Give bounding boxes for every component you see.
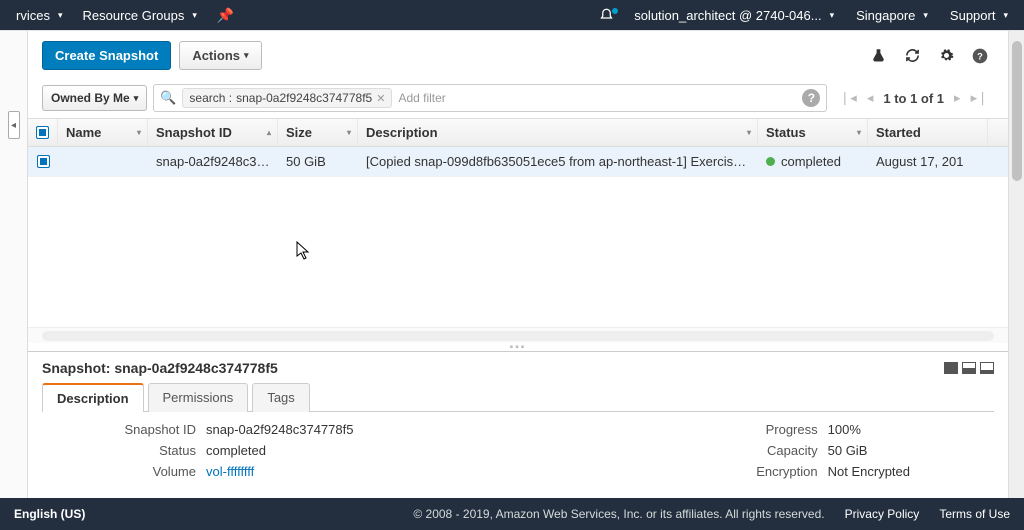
label-snapshot-id: Snapshot ID (46, 422, 206, 437)
search-help-icon[interactable]: ? (802, 89, 820, 107)
pager-next-icon[interactable]: ▸ (954, 90, 961, 106)
chevron-down-icon: ▾ (244, 50, 249, 61)
label-capacity: Capacity (668, 443, 828, 458)
col-size[interactable]: Size▾ (278, 119, 358, 146)
pager-status: 1 to 1 of 1 (883, 91, 944, 106)
refresh-icon[interactable] (904, 48, 920, 64)
nav-support-label: Support (950, 8, 996, 23)
nav-region[interactable]: Singapore (848, 4, 936, 27)
nav-services-label: rvices (16, 8, 50, 23)
cell-status: completed (758, 154, 868, 169)
expand-handle[interactable]: ◂ (8, 111, 20, 139)
nav-services[interactable]: rvices (8, 4, 70, 27)
status-dot-icon (766, 157, 775, 166)
nav-resource-groups-label: Resource Groups (82, 8, 184, 23)
cell-snapshot-id: snap-0a2f9248c374... (148, 154, 278, 169)
row-checkbox[interactable] (37, 155, 50, 168)
details-panel: Snapshot: snap-0a2f9248c374778f5 Descrip… (28, 351, 1008, 499)
nav-region-label: Singapore (856, 8, 915, 23)
cell-started: August 17, 201 (868, 154, 988, 169)
notifications-icon[interactable] (593, 8, 620, 23)
tab-description[interactable]: Description (42, 383, 144, 412)
value-encryption: Not Encrypted (828, 464, 910, 479)
value-progress: 100% (828, 422, 910, 437)
owned-by-filter[interactable]: Owned By Me ▾ (42, 85, 147, 111)
actions-button[interactable]: Actions ▾ (179, 41, 261, 70)
filter-bar: Owned By Me ▾ 🔍 search : snap-0a2f9248c37… (28, 80, 1008, 118)
layout-split-icon[interactable] (962, 362, 976, 374)
value-snapshot-id: snap-0a2f9248c374778f5 (206, 422, 353, 437)
pager-first-icon[interactable]: ❘◂ (839, 90, 856, 106)
label-status: Status (46, 443, 206, 458)
pin-icon[interactable]: 📌 (209, 7, 242, 24)
layout-bottom-icon[interactable] (980, 362, 994, 374)
settings-gear-icon[interactable] (938, 48, 954, 64)
pager-prev-icon[interactable]: ◂ (867, 90, 874, 106)
footer-copy: © 2008 - 2019, Amazon Web Services, Inc.… (413, 507, 824, 521)
tab-tags[interactable]: Tags (252, 383, 309, 412)
flask-icon[interactable] (870, 48, 886, 64)
owned-by-label: Owned By Me (51, 91, 130, 105)
details-tabs: Description Permissions Tags (42, 382, 994, 412)
add-filter-placeholder: Add filter (398, 91, 445, 105)
select-all-checkbox[interactable] (36, 126, 49, 139)
table-row[interactable]: snap-0a2f9248c374... 50 GiB [Copied snap… (28, 147, 1008, 177)
panel-splitter[interactable]: ▪▪▪ (28, 343, 1008, 351)
tab-permissions[interactable]: Permissions (148, 383, 249, 412)
nav-resource-groups[interactable]: Resource Groups (74, 4, 204, 27)
layout-full-icon[interactable] (944, 362, 958, 374)
language-selector[interactable]: English (US) (14, 507, 85, 521)
label-progress: Progress (668, 422, 828, 437)
create-snapshot-button[interactable]: Create Snapshot (42, 41, 171, 70)
col-snapshot-id[interactable]: Snapshot ID▴ (148, 119, 278, 146)
col-status[interactable]: Status▾ (758, 119, 868, 146)
col-name[interactable]: Name▾ (58, 119, 148, 146)
nav-account[interactable]: solution_architect @ 2740-046... (626, 4, 842, 27)
help-icon[interactable]: ? (972, 48, 988, 64)
pager-last-icon[interactable]: ▸❘ (971, 90, 988, 106)
nav-account-label: solution_architect @ 2740-046... (634, 8, 821, 23)
svg-text:?: ? (977, 51, 983, 61)
cell-size: 50 GiB (278, 154, 358, 169)
col-description[interactable]: Description▾ (358, 119, 758, 146)
search-input[interactable]: 🔍 search : snap-0a2f9248c374778f5 ✕ Add … (153, 84, 827, 112)
search-icon: 🔍 (160, 90, 176, 106)
privacy-link[interactable]: Privacy Policy (845, 507, 920, 521)
value-volume-link[interactable]: vol-ffffffff (206, 464, 353, 479)
col-started[interactable]: Started (868, 119, 988, 146)
scrollbar-thumb[interactable] (1012, 41, 1022, 181)
notification-dot (612, 8, 618, 14)
search-value: snap-0a2f9248c374778f5 (236, 91, 372, 105)
label-volume: Volume (46, 464, 206, 479)
left-panel-expander: ◂ (0, 31, 28, 499)
terms-link[interactable]: Terms of Use (939, 507, 1010, 521)
actions-label: Actions (192, 48, 240, 63)
value-status: completed (206, 443, 353, 458)
clear-search-icon[interactable]: ✕ (376, 92, 385, 105)
value-capacity: 50 GiB (828, 443, 910, 458)
label-encryption: Encryption (668, 464, 828, 479)
pager: ❘◂ ◂ 1 to 1 of 1 ▸ ▸❘ (833, 90, 994, 106)
search-pill[interactable]: search : snap-0a2f9248c374778f5 ✕ (182, 88, 392, 108)
search-prefix: search : (189, 91, 232, 105)
top-nav: rvices Resource Groups 📌 solution_archit… (0, 0, 1024, 30)
snapshots-table: Name▾ Snapshot ID▴ Size▾ Description▾ St… (28, 118, 1008, 343)
chevron-down-icon: ▾ (134, 93, 139, 104)
cell-description: [Copied snap-099d8fb635051ece5 from ap-n… (358, 154, 758, 169)
nav-support[interactable]: Support (942, 4, 1016, 27)
table-header: Name▾ Snapshot ID▴ Size▾ Description▾ St… (28, 119, 1008, 147)
right-scrollbar[interactable] (1008, 31, 1024, 499)
details-title: Snapshot: snap-0a2f9248c374778f5 (42, 360, 278, 376)
action-toolbar: Create Snapshot Actions ▾ ? (28, 31, 1008, 80)
footer: English (US) © 2008 - 2019, Amazon Web S… (0, 498, 1024, 530)
